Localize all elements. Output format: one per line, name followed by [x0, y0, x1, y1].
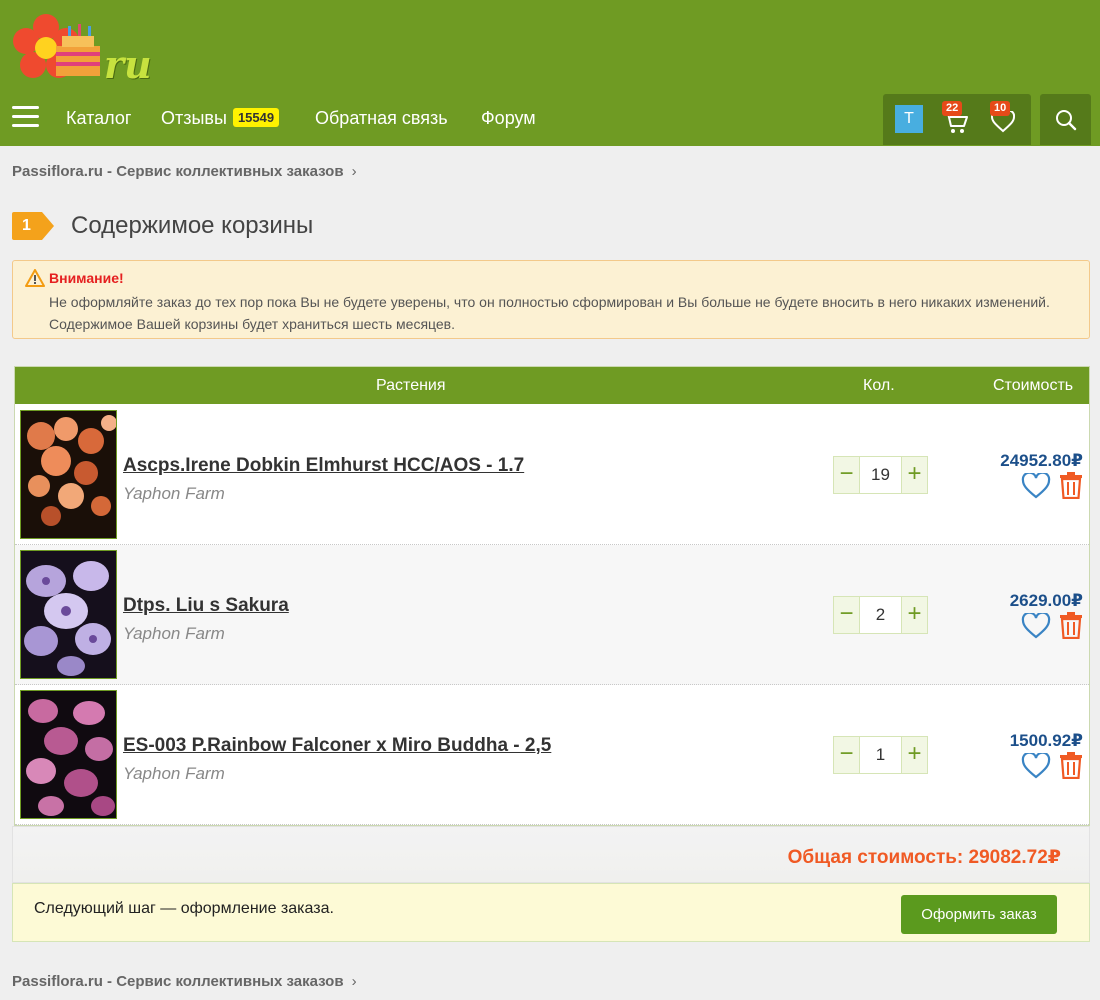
- qty-minus-button[interactable]: −: [834, 737, 860, 773]
- product-price: 2629.00₽: [1009, 591, 1083, 610]
- qty-input[interactable]: [861, 597, 900, 633]
- checkout-button[interactable]: Оформить заказ: [901, 895, 1057, 934]
- breadcrumb: Passiflora.ru - Сервис коллективных зака…: [12, 163, 357, 180]
- site-logo[interactable]: ru: [12, 12, 152, 87]
- cart-button[interactable]: 22: [939, 101, 975, 138]
- qty-minus-button[interactable]: −: [834, 597, 860, 633]
- product-price: 1500.92₽: [1009, 731, 1083, 750]
- quantity-stepper: − +: [833, 596, 928, 634]
- product-name-link[interactable]: Dtps. Liu s Sakura: [123, 595, 289, 617]
- product-image[interactable]: [20, 410, 117, 539]
- qty-plus-button[interactable]: +: [901, 457, 927, 493]
- breadcrumb-bottom: Passiflora.ru - Сервис коллективных зака…: [12, 973, 357, 990]
- cart-total-bar: Общая стоимость: 29082.72₽: [12, 826, 1090, 883]
- next-step-text: Следующий шаг — оформление заказа.: [34, 900, 334, 917]
- product-farm: Yaphon Farm: [123, 484, 225, 503]
- quantity-stepper: − +: [833, 456, 928, 494]
- orchid-photo-image: [21, 691, 116, 818]
- delete-icon[interactable]: [1059, 611, 1083, 639]
- product-farm: Yaphon Farm: [123, 624, 225, 643]
- page-title: Содержимое корзины: [71, 212, 314, 239]
- product-name-link[interactable]: Ascps.Irene Dobkin Elmhurst HCC/AOS - 1.…: [123, 455, 524, 477]
- qty-input[interactable]: [861, 737, 900, 773]
- warning-text: Не оформляйте заказ до тех пор пока Вы н…: [49, 294, 1050, 332]
- breadcrumb-link[interactable]: Passiflora.ru - Сервис коллективных зака…: [12, 973, 344, 990]
- logo-ru-text: ru: [104, 42, 152, 87]
- user-panel: T 22 10: [883, 94, 1031, 145]
- qty-plus-button[interactable]: +: [901, 737, 927, 773]
- product-image[interactable]: [20, 550, 117, 679]
- step-number-badge: 1: [12, 212, 54, 240]
- cart-count-badge: 22: [942, 101, 963, 116]
- favorites-count-badge: 10: [990, 101, 1011, 116]
- qty-plus-button[interactable]: +: [901, 597, 927, 633]
- product-price: 24952.80₽: [1000, 451, 1083, 470]
- cart-row: Dtps. Liu s Sakura Yaphon Farm − + 2629.…: [15, 545, 1089, 685]
- add-to-favorites-icon[interactable]: [1021, 613, 1051, 639]
- add-to-favorites-icon[interactable]: [1021, 473, 1051, 499]
- breadcrumb-separator: ›: [351, 973, 357, 990]
- nav-forum[interactable]: Форум: [481, 108, 536, 129]
- orchid-photo-image: [21, 411, 116, 538]
- warning-icon: [25, 269, 45, 287]
- cart-row: Ascps.Irene Dobkin Elmhurst HCC/AOS - 1.…: [15, 405, 1089, 545]
- product-name-link[interactable]: ES-003 P.Rainbow Falconer x Miro Buddha …: [123, 735, 551, 757]
- next-step-bar: Следующий шаг — оформление заказа. Оформ…: [12, 883, 1090, 942]
- delete-icon[interactable]: [1059, 751, 1083, 779]
- favorites-button[interactable]: 10: [987, 101, 1023, 138]
- delete-icon[interactable]: [1059, 471, 1083, 499]
- cart-total: Общая стоимость: 29082.72₽: [787, 847, 1061, 868]
- column-cost: Стоимость: [993, 377, 1074, 394]
- step-arrow-icon: [12, 212, 54, 240]
- column-qty: Кол.: [863, 377, 895, 394]
- orchid-photo-image: [21, 551, 116, 678]
- product-image[interactable]: [20, 690, 117, 819]
- step-number: 1: [22, 217, 31, 234]
- column-plants: Растения: [376, 377, 446, 394]
- nav-reviews[interactable]: Отзывы 15549: [161, 108, 280, 129]
- cart-table: Растения Кол. Стоимость Ascps.Irene Dobk…: [14, 366, 1090, 826]
- product-farm: Yaphon Farm: [123, 764, 225, 783]
- nav-reviews-label: Отзывы: [161, 108, 227, 128]
- quantity-stepper: − +: [833, 736, 928, 774]
- cart-table-header: Растения Кол. Стоимость: [15, 367, 1089, 404]
- qty-input[interactable]: [861, 457, 900, 493]
- nav-feedback[interactable]: Обратная связь: [315, 108, 448, 129]
- nav-catalog[interactable]: Каталог: [66, 108, 131, 129]
- reviews-count-badge: 15549: [232, 108, 280, 127]
- flower-logo-icon: [13, 14, 100, 78]
- add-to-favorites-icon[interactable]: [1021, 753, 1051, 779]
- menu-icon[interactable]: [12, 106, 39, 128]
- qty-minus-button[interactable]: −: [834, 457, 860, 493]
- site-header: ru Каталог Отзывы 15549 Обратная связь Фо…: [0, 0, 1100, 146]
- breadcrumb-link[interactable]: Passiflora.ru - Сервис коллективных зака…: [12, 163, 344, 180]
- cart-row: ES-003 P.Rainbow Falconer x Miro Buddha …: [15, 685, 1089, 825]
- user-avatar[interactable]: T: [895, 105, 923, 133]
- breadcrumb-separator: ›: [351, 163, 357, 180]
- search-icon: [1056, 110, 1077, 131]
- search-button[interactable]: [1040, 94, 1091, 145]
- warning-box: Внимание! Не оформляйте заказ до тех пор…: [12, 260, 1090, 339]
- warning-title: Внимание!: [49, 270, 124, 286]
